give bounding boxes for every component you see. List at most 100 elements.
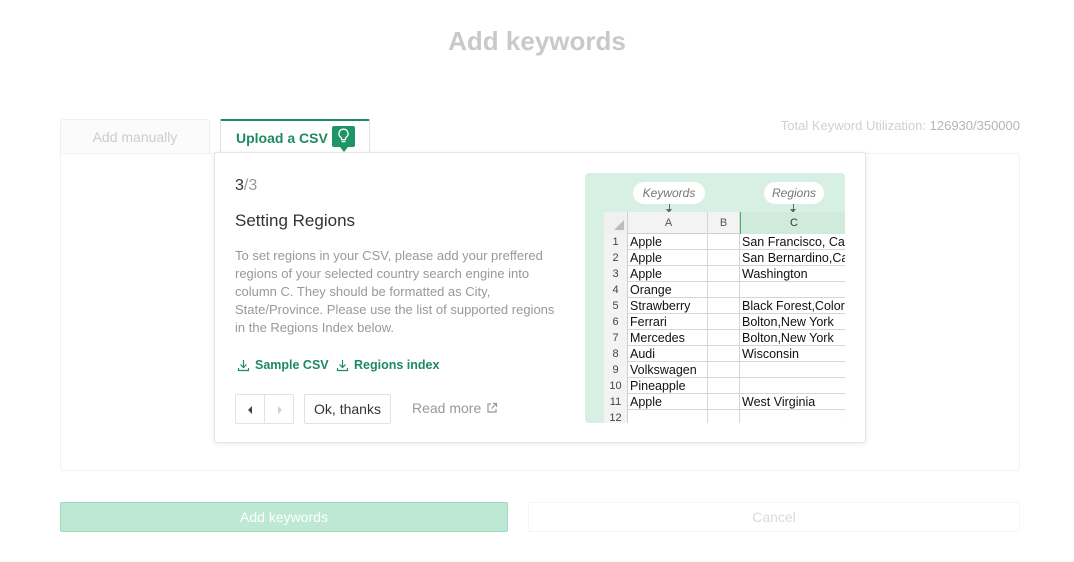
sheet-row: 8 Audi Wisconsin xyxy=(604,346,845,362)
cell-region xyxy=(740,282,845,298)
previous-step-button[interactable] xyxy=(236,395,264,423)
row-number: 6 xyxy=(604,314,628,330)
cell-region: Bolton,New York xyxy=(742,331,834,345)
sheet-row: 5Strawberry Black Forest,Colorado xyxy=(604,298,845,314)
row-number: 4 xyxy=(604,282,628,298)
row-number: 11 xyxy=(604,394,628,410)
regions-arrow xyxy=(790,204,796,213)
regions-callout: Regions xyxy=(764,182,824,204)
cell-region xyxy=(740,410,845,423)
cell-keyword: Pineapple xyxy=(628,378,708,394)
sheet-row: 4 Orange xyxy=(604,282,845,298)
regions-index-link[interactable]: Regions index xyxy=(336,358,439,372)
regions-index-label: Regions index xyxy=(354,358,440,372)
keywords-arrow xyxy=(666,204,672,213)
page: Add keywords Add manually Upload a CSV T… xyxy=(0,0,1074,562)
column-header-a: A xyxy=(628,212,708,234)
sheet-row: 6 Ferrari Bolton,New York xyxy=(604,314,845,330)
cell-b xyxy=(708,298,740,314)
cell-b xyxy=(708,282,740,298)
sheet-row: 12 xyxy=(604,410,845,423)
download-icon xyxy=(237,359,250,371)
ok-thanks-button[interactable]: Ok, thanks xyxy=(304,394,391,424)
column-header-row: A B C xyxy=(604,212,845,234)
tab-upload-csv-label: Upload a CSV xyxy=(236,130,328,146)
row-number: 9 xyxy=(604,362,628,378)
csv-illustration: Keywords Regions A B C 1 Apple San Francis… xyxy=(585,173,845,423)
cell-b xyxy=(708,234,740,250)
lightbulb-icon[interactable] xyxy=(332,126,355,152)
sheet-row: 11 Apple West Virginia xyxy=(604,394,845,410)
sample-csv-label: Sample CSV xyxy=(255,358,329,372)
cell-b xyxy=(708,410,740,423)
sheet-row: 2Apple San Bernardino,California xyxy=(604,250,845,266)
column-header-b: B xyxy=(708,212,740,234)
cell-b xyxy=(708,346,740,362)
spreadsheet-grid: A B C 1AppleSan Francisco, California2Ap… xyxy=(604,212,845,423)
cell-region: Washington xyxy=(742,267,808,281)
cell-b xyxy=(708,378,740,394)
row-number: 2 xyxy=(604,250,628,266)
popover-description: To set regions in your CSV, please add y… xyxy=(235,248,555,335)
row-number: 7 xyxy=(604,330,628,346)
cell-keyword xyxy=(628,410,708,423)
read-more-link[interactable]: Read more xyxy=(412,400,498,416)
step-current: 3 xyxy=(235,177,244,194)
sheet-row: 10 Pineapple xyxy=(604,378,845,394)
step-navigation xyxy=(235,394,294,424)
sheet-row: 1Apple San Francisco, California xyxy=(604,234,845,250)
sample-csv-link[interactable]: Sample CSV xyxy=(237,358,329,372)
cell-region: Bolton,New York xyxy=(742,315,834,329)
cell-b xyxy=(708,250,740,266)
corner-cell xyxy=(604,212,628,234)
cell-keyword: Volkswagen xyxy=(628,362,708,378)
cell-region: San Bernardino,California xyxy=(742,251,845,265)
cell-b xyxy=(708,362,740,378)
utilization-value: 126930/350000 xyxy=(929,118,1020,133)
cell-region xyxy=(740,362,845,378)
cell-b xyxy=(708,314,740,330)
popover-title: Setting Regions xyxy=(235,211,356,230)
keywords-callout: Keywords xyxy=(633,182,705,204)
tab-upload-csv[interactable]: Upload a CSV xyxy=(220,119,370,154)
download-icon xyxy=(336,359,349,371)
cell-region: Wisconsin xyxy=(742,347,799,361)
utilization-label: Total Keyword Utilization: xyxy=(780,118,926,133)
cell-keyword: Apple xyxy=(628,250,708,266)
row-number: 12 xyxy=(604,410,628,423)
cell-b xyxy=(708,266,740,282)
cell-keyword: Strawberry xyxy=(628,298,708,314)
sheet-row: 7 Mercedes Bolton,New York xyxy=(604,330,845,346)
cell-region: San Francisco, California xyxy=(742,235,845,249)
cell-keyword: Ferrari xyxy=(628,314,708,330)
onboarding-popover: 3/3 Setting Regions To set regions in yo… xyxy=(214,152,866,443)
row-number: 8 xyxy=(604,346,628,362)
step-counter: 3/3 xyxy=(235,177,257,195)
read-more-label: Read more xyxy=(412,400,482,416)
cell-b xyxy=(708,330,740,346)
cancel-button[interactable]: Cancel xyxy=(528,502,1020,532)
keyword-utilization: Total Keyword Utilization: 126930/350000 xyxy=(781,118,1020,133)
cell-keyword: Apple xyxy=(628,266,708,282)
row-number: 1 xyxy=(604,234,628,250)
tab-add-manually[interactable]: Add manually xyxy=(60,119,210,154)
cell-region: Black Forest,Colorado xyxy=(742,299,845,313)
external-link-icon xyxy=(487,402,498,413)
cell-b xyxy=(708,394,740,410)
cell-keyword: Orange xyxy=(628,282,708,298)
cell-region: West Virginia xyxy=(742,395,816,409)
cell-keyword: Apple xyxy=(628,394,708,410)
column-header-c: C xyxy=(740,212,845,234)
cell-keyword: Audi xyxy=(628,346,708,362)
row-number: 10 xyxy=(604,378,628,394)
row-number: 3 xyxy=(604,266,628,282)
add-keywords-button[interactable]: Add keywords xyxy=(60,502,508,532)
sheet-row: 9 Volkswagen xyxy=(604,362,845,378)
next-step-button[interactable] xyxy=(264,395,293,423)
row-number: 5 xyxy=(604,298,628,314)
step-total: /3 xyxy=(243,177,258,194)
cell-keyword: Mercedes xyxy=(628,330,708,346)
cell-region xyxy=(740,378,845,394)
sheet-row: 3 Apple Washington xyxy=(604,266,845,282)
page-title: Add keywords xyxy=(448,26,626,56)
